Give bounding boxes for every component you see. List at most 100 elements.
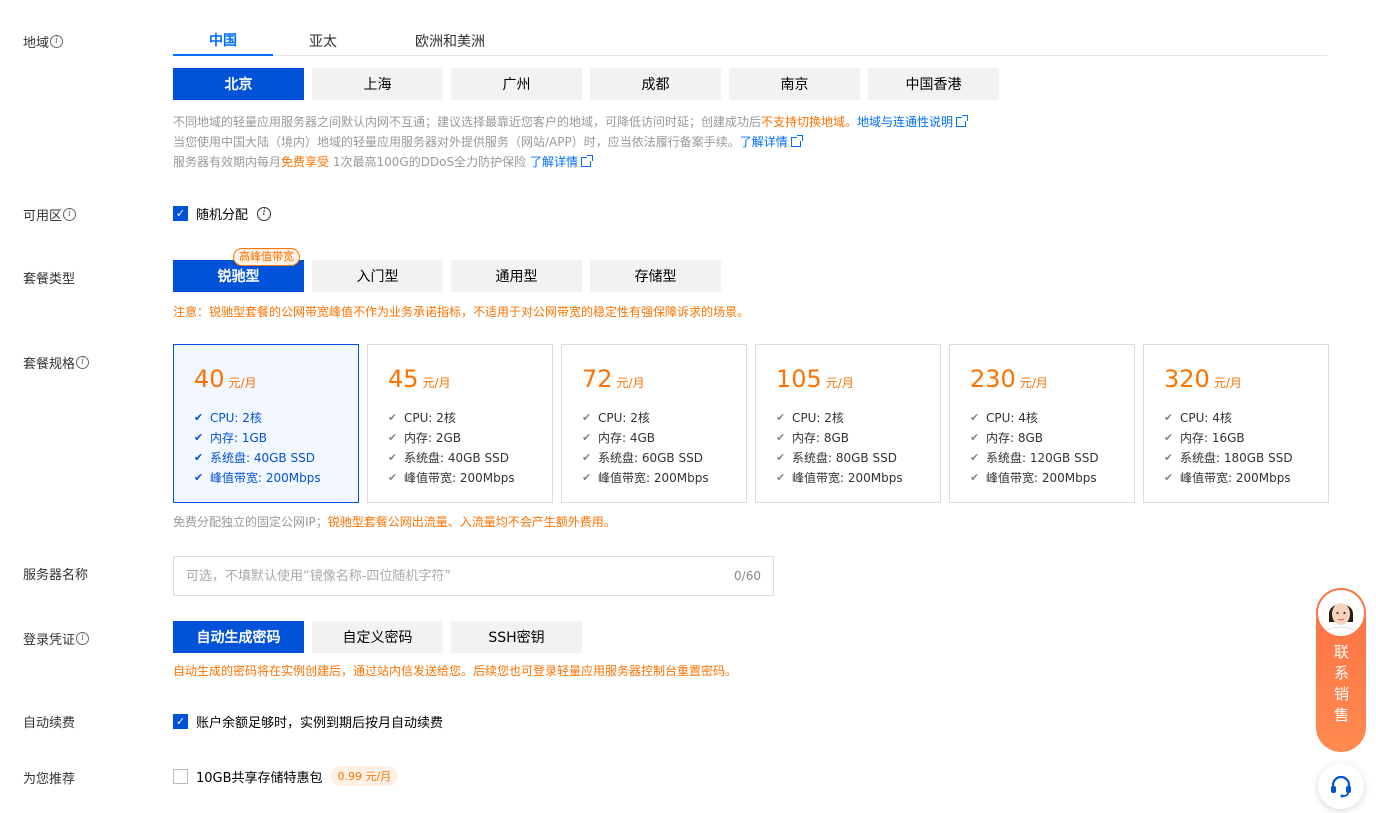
package-type-entry[interactable]: 入门型 [312,260,443,292]
city-hongkong[interactable]: 中国香港 [868,68,999,100]
auto-renew-checkbox[interactable]: ✓ [173,714,188,729]
customer-service-button[interactable] [1318,763,1364,809]
package-type-ruichi[interactable]: 锐驰型 高峰值带宽 [173,248,304,292]
check-icon: ✔ [970,430,980,444]
plan-memory: ✔ 内存: 4GB [582,430,656,445]
check-icon: ✔ [1164,470,1174,484]
check-icon: ✔ [388,450,398,464]
auto-renew-label: 自动续费 [23,716,76,731]
city-beijing[interactable]: 北京 [173,68,304,100]
server-name-input[interactable] [186,568,706,584]
package-type-storage[interactable]: 存储型 [590,260,721,292]
tab-asia-pacific[interactable]: 亚太 [273,26,373,56]
plan-cpu: ✔ CPU: 2核 [582,410,650,425]
plan-card[interactable]: 320 元/月 ✔ CPU: 4核 ✔ 内存: 16GB ✔ 系统盘: 180GB SS… [1143,344,1329,503]
check-icon: ✔ [1164,410,1174,424]
plan-disk: ✔ 系统盘: 180GB SSD [1164,450,1293,465]
info-icon[interactable]: i [257,206,272,221]
check-icon: ✔ [1164,450,1174,464]
storage-pack-checkbox[interactable] [173,768,188,784]
plan-list: 40 元/月 ✔ CPU: 2核 ✔ 内存: 1GB ✔ 系统盘: 40GB SSD ✔… [173,344,1329,503]
city-guangzhou[interactable]: 广州 [451,68,582,100]
plan-card[interactable]: 105 元/月 ✔ CPU: 2核 ✔ 内存: 8GB ✔ 系统盘: 80GB SSD … [755,344,941,503]
storage-pack-price: 0.99 元/月 [330,766,399,786]
check-icon: ✔ [776,410,786,424]
info-icon[interactable]: i [50,35,64,48]
plan-memory: ✔ 内存: 16GB [1164,430,1245,445]
tab-china[interactable]: 中国 [173,26,273,56]
recommend-row: 10GB共享存储特惠包 0.99 元/月 [173,766,399,786]
package-type-note: 注意：锐驰型套餐的公网带宽峰值不作为业务承诺指标，不适用于对公网带宽的稳定性有强… [173,305,750,319]
check-icon: ✔ [194,450,204,464]
plan-price: 72 元/月 [582,365,645,393]
credential-note: 自动生成的密码将在实例创建后，通过站内信发送给您。后续您也可登录轻量应用服务器控… [173,664,738,678]
random-zone-checkbox[interactable]: ✓ [173,206,188,221]
package-type-label: 套餐类型 [23,272,76,287]
credential-ssh-key[interactable]: SSH密钥 [451,621,582,653]
auto-renew-row: ✓ 账户余额足够时，实例到期后按月自动续费 [173,712,443,731]
plan-cpu: ✔ CPU: 2核 [388,410,456,425]
check-icon: ✔ [776,430,786,444]
credential-options: 自动生成密码 自定义密码 SSH密钥 [173,621,582,653]
plan-card[interactable]: 40 元/月 ✔ CPU: 2核 ✔ 内存: 1GB ✔ 系统盘: 40GB SSD ✔… [173,344,359,503]
check-icon: ✔ [1164,430,1174,444]
city-shanghai[interactable]: 上海 [312,68,443,100]
plan-price: 230 元/月 [970,365,1048,393]
check-icon: ✔ [970,410,980,424]
package-type-options: 锐驰型 高峰值带宽 入门型 通用型 存储型 [173,248,721,292]
plan-price: 45 元/月 [388,365,451,393]
plan-bandwidth: ✔ 峰值带宽: 200Mbps [776,470,903,485]
plan-price: 40 元/月 [194,365,257,393]
credential-label: 登录凭证 i [23,629,90,648]
check-icon: ✔ [970,450,980,464]
region-hint-line2: 当您使用中国大陆（境内）地域的轻量应用服务器对外提供服务（网站/APP）时，应当… [173,132,966,152]
city-chengdu[interactable]: 成都 [590,68,721,100]
contact-sales-button[interactable]: 联系销售 [1316,588,1366,752]
region-tabs: 中国 亚太 欧洲和美洲 [173,26,1327,56]
credential-auto-password[interactable]: 自动生成密码 [173,621,304,653]
server-name-field: 0/60 [173,556,774,596]
check-icon: ✔ [388,430,398,444]
connectivity-link[interactable]: 地域与连通性说明 [857,115,953,129]
plan-card[interactable]: 45 元/月 ✔ CPU: 2核 ✔ 内存: 2GB ✔ 系统盘: 40GB SSD ✔… [367,344,553,503]
package-type-general[interactable]: 通用型 [451,260,582,292]
filing-details-link[interactable]: 了解详情 [740,135,788,149]
avatar-icon [1320,592,1362,634]
info-icon[interactable]: i [76,356,90,369]
plan-card[interactable]: 230 元/月 ✔ CPU: 4核 ✔ 内存: 8GB ✔ 系统盘: 120GB SSD… [949,344,1135,503]
plan-memory: ✔ 内存: 8GB [970,430,1044,445]
credential-custom-password[interactable]: 自定义密码 [312,621,443,653]
plan-price: 105 元/月 [776,365,854,393]
plan-disk: ✔ 系统盘: 40GB SSD [388,450,509,465]
region-label: 地域 i [23,32,64,51]
ddos-details-link[interactable]: 了解详情 [530,155,578,169]
check-icon: ✔ [776,450,786,464]
tab-europe-america[interactable]: 欧洲和美洲 [395,26,505,56]
region-hint-line1: 不同地域的轻量应用服务器之间默认内网不互通；建议选择最靠近您客户的地域，可降低访… [173,112,969,132]
check-icon: ✔ [776,470,786,484]
char-counter: 0/60 [734,569,761,583]
high-bandwidth-badge: 高峰值带宽 [233,248,300,266]
zone-random-row: ✓ 随机分配 i [173,204,272,223]
info-icon[interactable]: i [63,208,77,221]
plan-card[interactable]: 72 元/月 ✔ CPU: 2核 ✔ 内存: 4GB ✔ 系统盘: 60GB SSD ✔… [561,344,747,503]
package-spec-label: 套餐规格 i [23,353,90,372]
check-icon: ✔ [194,410,204,424]
plan-cpu: ✔ CPU: 4核 [970,410,1038,425]
plan-disk: ✔ 系统盘: 40GB SSD [194,450,315,465]
plan-disk: ✔ 系统盘: 80GB SSD [776,450,897,465]
info-icon[interactable]: i [76,632,90,645]
city-nanjing[interactable]: 南京 [729,68,860,100]
plan-price: 320 元/月 [1164,365,1242,393]
plan-bandwidth: ✔ 峰值带宽: 200Mbps [388,470,515,485]
sales-avatar [1318,590,1364,636]
plan-bandwidth: ✔ 峰值带宽: 200Mbps [1164,470,1291,485]
city-options: 北京 上海 广州 成都 南京 中国香港 [173,68,999,100]
check-icon: ✔ [194,430,204,444]
check-icon: ✔ [970,470,980,484]
check-icon: ✔ [582,470,592,484]
plan-bandwidth: ✔ 峰值带宽: 200Mbps [970,470,1097,485]
zone-label: 可用区 i [23,205,77,224]
external-link-icon [580,155,593,167]
check-icon: ✔ [194,470,204,484]
